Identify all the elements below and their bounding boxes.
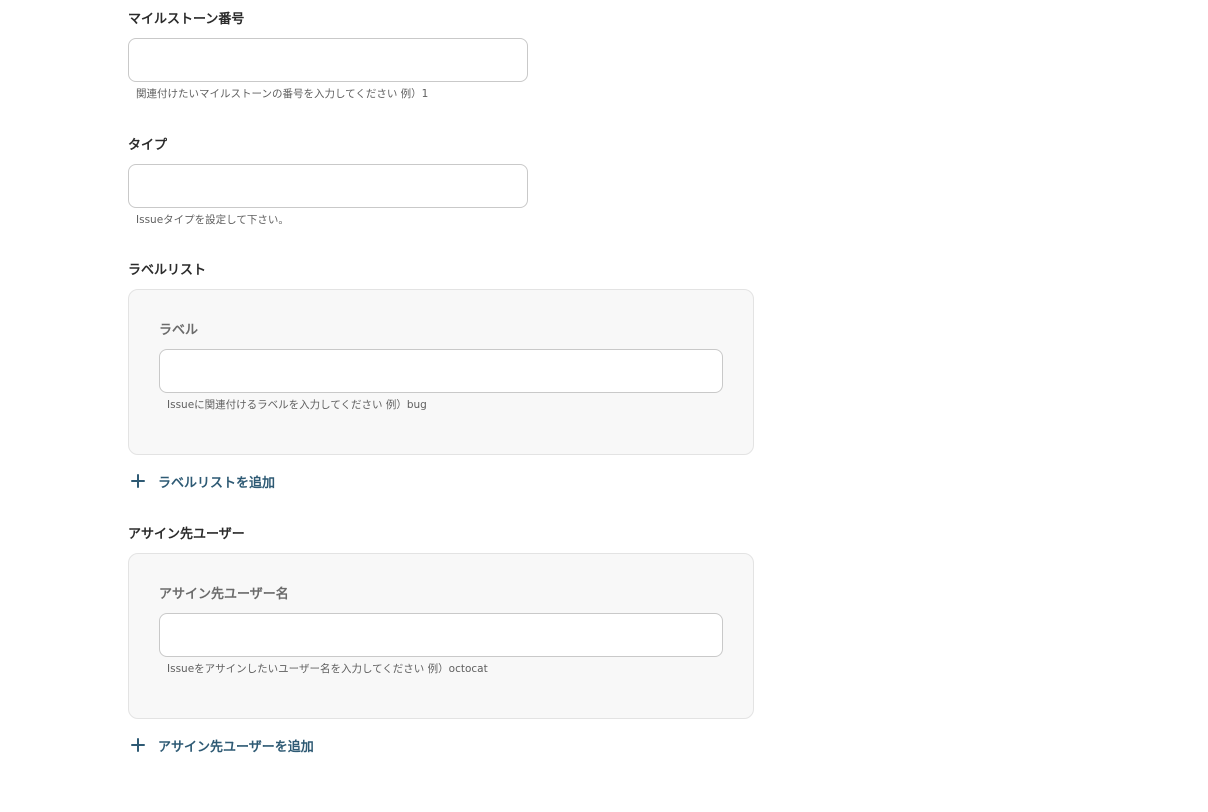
add-assignee-text: アサイン先ユーザーを追加 <box>158 739 314 755</box>
plus-icon <box>128 735 148 755</box>
label-input[interactable] <box>159 349 723 393</box>
label-help-text: Issueに関連付けるラベルを入力してください 例）bug <box>167 399 427 411</box>
type-input[interactable] <box>128 164 528 208</box>
milestone-label: マイルストーン番号 <box>128 12 245 27</box>
assignee-item-label: アサイン先ユーザー名 <box>159 587 289 602</box>
assignee-username-input[interactable] <box>159 613 723 657</box>
add-label-list-text: ラベルリストを追加 <box>158 475 276 491</box>
label-list-title: ラベルリスト <box>128 263 207 278</box>
milestone-number-input[interactable] <box>128 38 528 82</box>
label-item-label: ラベル <box>159 323 199 338</box>
add-label-list-button[interactable]: ラベルリストを追加 <box>128 470 275 492</box>
assignees-title: アサイン先ユーザー <box>128 527 245 542</box>
milestone-help-text: 関連付けたいマイルストーンの番号を入力してください 例）1 <box>136 88 429 100</box>
assignee-help-text: Issueをアサインしたいユーザー名を入力してください 例）octocat <box>167 663 488 675</box>
plus-icon <box>128 471 148 491</box>
add-assignee-button[interactable]: アサイン先ユーザーを追加 <box>128 734 314 756</box>
type-help-text: Issueタイプを設定して下さい。 <box>136 214 289 226</box>
type-label: タイプ <box>128 138 168 153</box>
